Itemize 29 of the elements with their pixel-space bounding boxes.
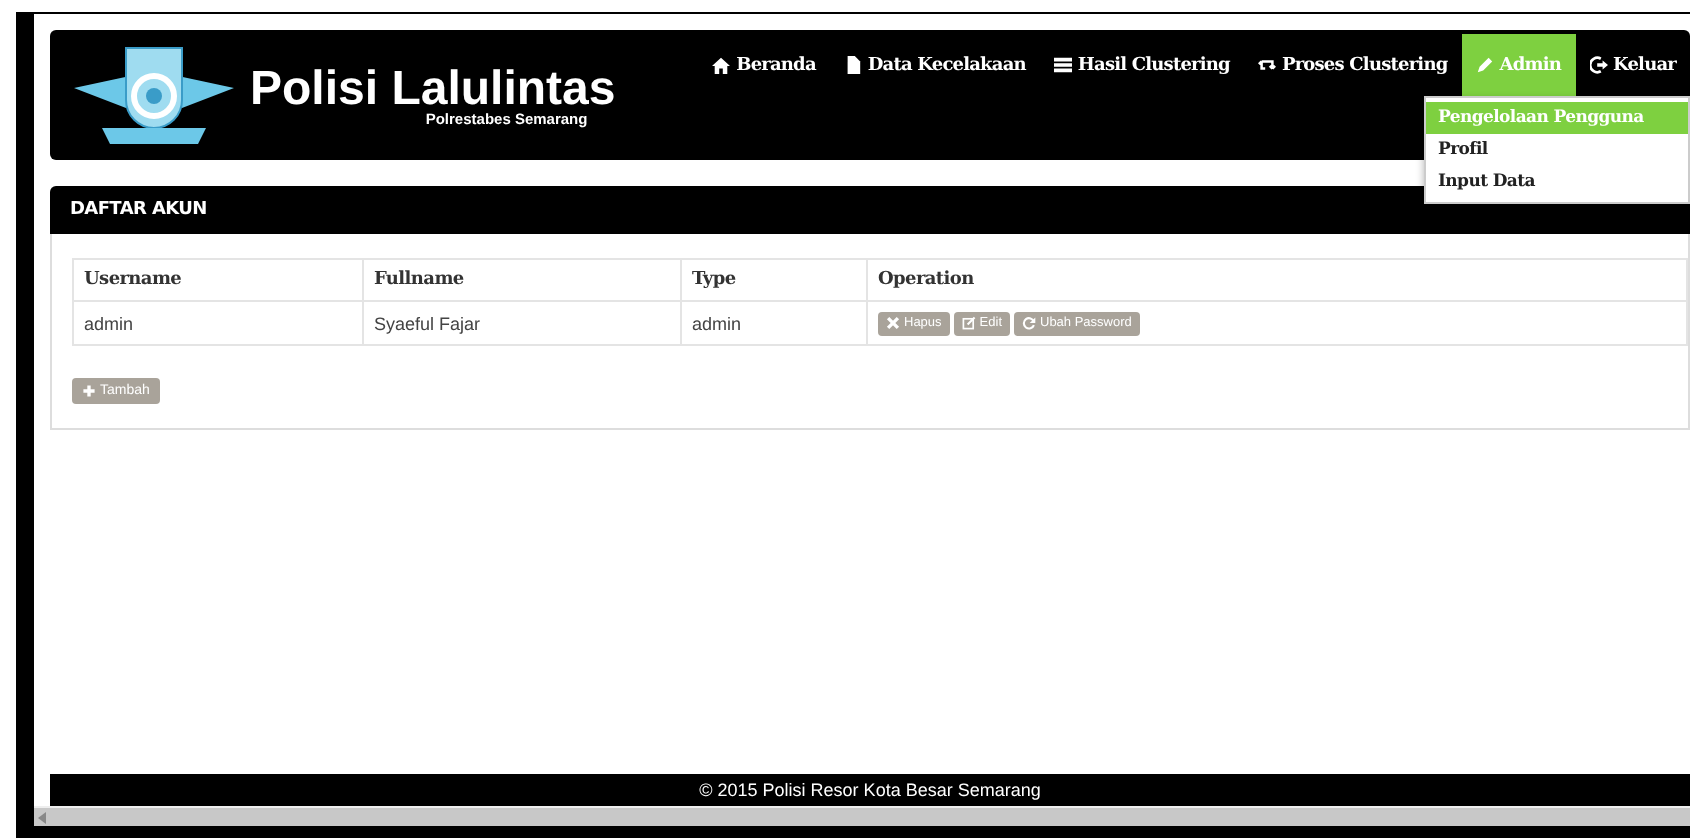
site-title: Polisi Lalulintas [250,63,616,115]
column-header: Type [681,259,867,301]
pencil-icon [1475,56,1494,74]
cross-icon [886,316,900,330]
document-icon [843,56,862,74]
nav-link[interactable]: Data Kecelakaan [829,34,1040,96]
nav-link[interactable]: Beranda [698,34,830,96]
logout-icon [1589,56,1607,74]
nav-link[interactable]: Keluar [1575,34,1690,96]
left-arrow-icon [38,811,48,823]
column-header: Operation [867,259,1687,301]
table-cell: Syaeful Fajar [363,301,681,345]
column-header: Fullname [363,259,681,301]
arrows-icon [1257,56,1276,74]
nav-link[interactable]: Proses Clustering [1243,34,1462,96]
menu-item[interactable]: Input Data [1426,166,1688,198]
panel-title: DAFTAR AKUN [70,200,207,220]
scroll-bar[interactable] [34,806,1690,826]
table-cell: admin [681,301,867,345]
edit-icon [961,316,976,330]
home-icon [712,56,731,74]
nav-link[interactable]: Hasil Clustering [1039,34,1244,96]
list-icon [1053,56,1072,74]
plus-icon [82,384,96,398]
refresh-icon [1022,316,1036,330]
footer-text: © 2015 Polisi Resor Kota Besar Semarang [699,780,1041,800]
column-header: Username [73,259,363,301]
table-cell: admin [73,301,363,345]
menu-item[interactable]: Profil [1426,134,1688,166]
